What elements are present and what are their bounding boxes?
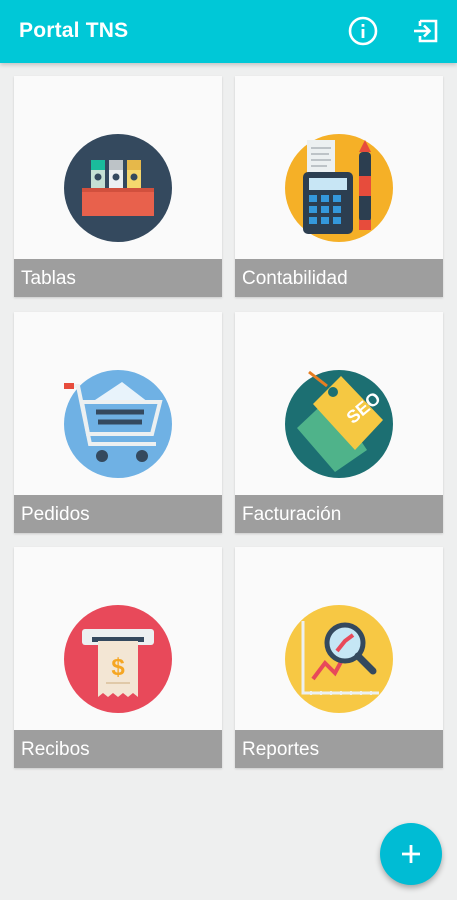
seo-tag-icon: SEO [285,370,393,478]
app-title: Portal TNS [19,19,129,42]
add-button[interactable] [380,823,442,885]
menu-card-pedidos[interactable]: Pedidos [14,312,222,533]
menu-label-contabilidad: Contabilidad [235,259,443,297]
menu-label-tablas: Tablas [14,259,222,297]
menu-label-recibos: Recibos [14,730,222,768]
menu-label-reportes: Reportes [235,730,443,768]
menu-card-recibos[interactable]: $ Recibos [14,547,222,768]
svg-text:$: $ [111,654,125,681]
calculator-icon [285,134,393,242]
plus-icon [402,845,420,863]
logout-button[interactable] [410,15,442,47]
info-button[interactable] [347,15,379,47]
chart-search-icon [285,605,393,713]
app-bar: Portal TNS [0,0,457,63]
menu-card-facturacion[interactable]: SEO Facturación [235,312,443,533]
menu-card-tablas[interactable]: Tablas [14,76,222,297]
binders-icon [64,134,172,242]
menu-card-contabilidad[interactable]: Contabilidad [235,76,443,297]
shopping-cart-icon [64,370,172,478]
logout-icon [414,19,438,43]
menu-label-facturacion: Facturación [235,495,443,533]
menu-label-pedidos: Pedidos [14,495,222,533]
receipt-icon: $ [64,605,172,713]
info-icon [348,16,378,46]
menu-card-reportes[interactable]: Reportes [235,547,443,768]
